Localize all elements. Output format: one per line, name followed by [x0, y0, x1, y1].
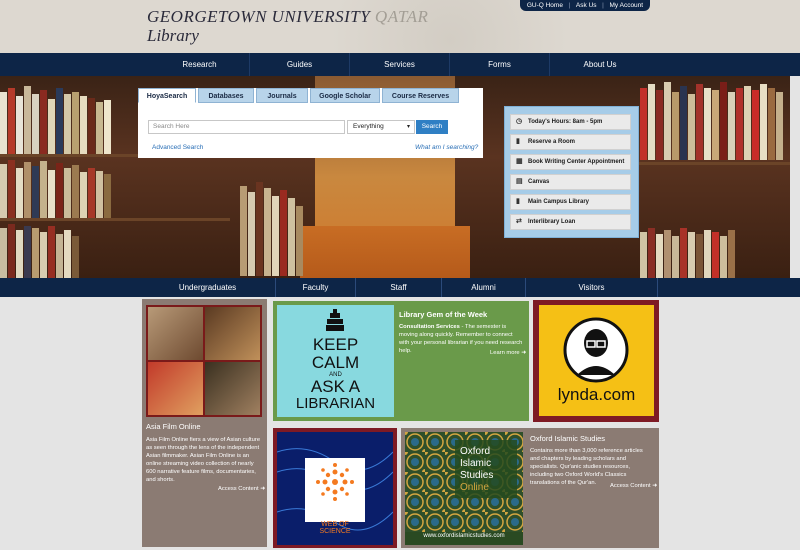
door-icon: ▮ [516, 138, 520, 145]
nav-forms[interactable]: Forms [450, 53, 550, 76]
tab-google-scholar[interactable]: Google Scholar [310, 88, 380, 103]
util-separator: | [602, 2, 604, 9]
nav-research[interactable]: Research [150, 53, 250, 76]
oxford-access-link[interactable]: Access Content ➜ [610, 483, 657, 489]
util-link-home[interactable]: GU-Q Home [527, 2, 563, 9]
util-link-my-account[interactable]: My Account [610, 2, 644, 9]
exchange-icon: ⇄ [516, 218, 522, 225]
what-am-i-searching-link[interactable]: What am I searching? [415, 144, 478, 151]
oxford-cover-url: www.oxfordislamicstudies.com [423, 533, 505, 539]
tab-hoyasearch[interactable]: HoyaSearch [138, 88, 196, 103]
hero-books-right [640, 80, 784, 160]
book-icon: ▮ [516, 198, 520, 205]
gem-description-bold: Consultation Services [399, 324, 460, 330]
lynda-wordmark: lynda.com [557, 385, 636, 404]
poster-line-keep: KEEP [312, 335, 359, 354]
main-nav: Research Guides Services Forms About Us [0, 53, 800, 76]
hero-books-left-low [0, 222, 80, 278]
oxford-cover-line: Studies [460, 470, 494, 481]
quick-link-writing-center[interactable]: ▦ Book Writing Center Appointment [510, 154, 631, 170]
poster-line-ask: ASK A [310, 377, 361, 396]
hero-books-left-top [0, 84, 112, 154]
chevron-down-icon: ▾ [406, 124, 410, 130]
quick-link-interlibrary-loan[interactable]: ⇄ Interlibrary Loan [510, 214, 631, 230]
quick-link-hours[interactable]: ◷ Today's Hours: 8am - 5pm [510, 114, 631, 130]
hero-floor [300, 226, 470, 278]
search-input[interactable]: Search Here [148, 120, 345, 134]
arrow-right-circle-icon: ➜ [260, 486, 266, 492]
tab-journals[interactable]: Journals [256, 88, 308, 103]
oxford-cover-line: Oxford [460, 446, 491, 457]
asia-film-collage-image [146, 305, 262, 417]
calendar-icon: ▦ [516, 158, 523, 165]
util-link-ask-us[interactable]: Ask Us [576, 2, 597, 9]
tab-databases[interactable]: Databases [198, 88, 254, 103]
oxford-cover-line: Islamic [460, 458, 492, 469]
asia-film-title[interactable]: Asia Film Online [146, 422, 201, 431]
logo-qatar-text: QATAR [374, 7, 429, 26]
gem-learn-more-link[interactable]: Learn more ➜ [490, 350, 526, 356]
hero-books-center [240, 176, 304, 276]
crown-icon [322, 309, 348, 335]
hero-books-right-low [640, 226, 736, 278]
lynda-person-icon [563, 317, 629, 383]
quick-link-label: Reserve a Room [528, 139, 576, 145]
audience-visitors[interactable]: Visitors [526, 278, 658, 297]
nav-services[interactable]: Services [350, 53, 450, 76]
site-logo[interactable]: GEORGETOWN UNIVERSITY QATAR [147, 7, 428, 27]
canvas-icon: ▤ [516, 178, 523, 185]
search-button[interactable]: Search [416, 120, 448, 134]
web-of-science-label: WEB OF SCIENCE [319, 521, 351, 535]
quick-link-label: Main Campus Library [528, 199, 590, 205]
oxford-description: Contains more than 3,000 reference artic… [530, 448, 643, 486]
quick-link-canvas[interactable]: ▤ Canvas [510, 174, 631, 190]
utility-bar: GU-Q Home | Ask Us | My Account [520, 0, 650, 11]
quick-link-label: Book Writing Center Appointment [528, 159, 625, 165]
audience-staff[interactable]: Staff [356, 278, 442, 297]
quick-link-reserve-room[interactable]: ▮ Reserve a Room [510, 134, 631, 150]
audience-faculty[interactable]: Faculty [276, 278, 356, 297]
hero-shelf [0, 218, 230, 221]
arrow-right-circle-icon: ➜ [521, 350, 527, 356]
logo-subtitle[interactable]: Library [147, 26, 199, 46]
nav-about-us[interactable]: About Us [550, 53, 650, 76]
oxford-cover-line: Online [460, 482, 489, 493]
advanced-search-link[interactable]: Advanced Search [152, 144, 203, 151]
util-separator: | [568, 2, 571, 9]
gem-title[interactable]: Library Gem of the Week [399, 310, 487, 319]
access-content-label: Access Content [610, 483, 651, 489]
arrow-right-circle-icon: ➜ [652, 483, 658, 489]
quick-link-label: Interlibrary Loan [528, 219, 576, 225]
access-content-label: Access Content [218, 486, 259, 492]
quick-link-label: Today's Hours: 8am - 5pm [528, 119, 603, 125]
search-scope-select[interactable]: Everything ▾ [347, 120, 415, 134]
nav-guides[interactable]: Guides [250, 53, 350, 76]
oxford-title[interactable]: Oxford Islamic Studies [530, 434, 605, 443]
asia-film-access-link[interactable]: Access Content ➜ [218, 486, 265, 492]
hero-books-left-mid [0, 158, 112, 218]
clock-icon: ◷ [516, 118, 523, 125]
audience-nav: Undergraduates Faculty Staff Alumni Visi… [0, 278, 800, 297]
quick-link-label: Canvas [528, 179, 550, 185]
audience-undergraduates[interactable]: Undergraduates [140, 278, 276, 297]
search-tabs: HoyaSearch Databases Journals Google Sch… [138, 88, 461, 103]
audience-alumni[interactable]: Alumni [442, 278, 526, 297]
site-header: GEORGETOWN UNIVERSITY QATAR Library GU-Q… [0, 0, 800, 53]
asia-film-description: Asia Film Online fiers a view of Asian c… [146, 437, 261, 483]
logo-main-text: GEORGETOWN UNIVERSITY [147, 7, 371, 26]
learn-more-label: Learn more [490, 350, 520, 356]
quick-link-main-campus[interactable]: ▮ Main Campus Library [510, 194, 631, 210]
tab-course-reserves[interactable]: Course Reserves [382, 88, 459, 103]
poster-line-calm: CALM [311, 353, 360, 372]
oxford-cover-title: Oxford Islamic Studies Online [460, 446, 493, 494]
search-scope-value: Everything [353, 123, 384, 130]
poster-line-librarian: LIBRARIAN [295, 395, 376, 412]
